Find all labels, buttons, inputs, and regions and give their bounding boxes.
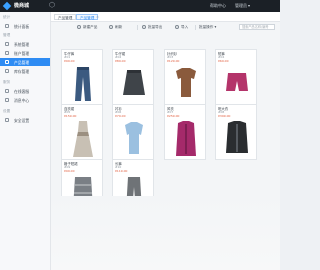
tab-bar: 产品管理 产品管理 × [51,12,280,22]
cloud-icon [5,89,9,93]
import-label: 导入 [181,25,189,29]
batch-label: 批量操作 [199,25,214,29]
sidebar-group-label: 管理 [3,33,11,37]
toolbar-divider [137,25,138,30]
sidebar-item-system[interactable]: 系统管理 [0,40,50,48]
chevron-down-icon: ▾ [214,25,217,29]
hexagon-menu-icon[interactable]: ⬡ [48,1,56,10]
import-button[interactable]: 导入 [175,24,188,30]
export-label: 批量导出 [148,25,163,29]
add-product-label: 新建产品 [83,25,98,29]
sidebar-item-label: 消息中心 [14,98,30,103]
sidebar: 统计 统计面板 管理 系统管理 账户管理 产品管理 库存管理 服务 在线客服 消… [0,12,51,270]
product-image [176,121,196,156]
sidebar-item-inventory[interactable]: 库存管理 [0,67,50,75]
shield-icon [5,118,9,122]
sidebar-group-label: 服务 [3,80,11,84]
user-menu[interactable]: 管理员 [235,3,247,9]
logo-icon [2,1,12,11]
sidebar-item-label: 系统管理 [14,42,30,47]
product-image [75,67,91,101]
top-bar: 微商城 ⬡ 帮助中心 管理员 ▾ [0,0,280,12]
warehouse-icon [5,69,9,73]
box-icon [5,60,9,64]
batch-select[interactable]: 批量操作 ▾ [199,24,216,30]
product-card[interactable]: 风衣 #07 ¥259.00 [164,104,206,160]
app-title: 微商城 [14,3,30,9]
add-product-button[interactable]: 新建产品 [77,24,97,30]
chart-icon [5,24,9,28]
sidebar-item-products[interactable]: 产品管理 [0,58,50,66]
toolbar-divider [195,25,196,30]
upload-icon [175,25,179,29]
message-icon [5,98,9,102]
product-card[interactable]: 连衣裙 #05 ¥159.00 [61,104,103,160]
product-image [125,122,143,154]
user-icon [5,51,9,55]
sidebar-item-label: 在线客服 [14,89,30,94]
refresh-icon [109,25,113,29]
product-image [226,121,248,153]
search-input[interactable]: 搜索产品名称/编号 [239,24,275,30]
sidebar-item-label: 账户管理 [14,51,30,56]
toolbar: 新建产品 刷新 批量导出 导入 批量操作 ▾ 搜索产品名称/编号 [51,22,280,32]
product-card[interactable]: 短裤 #04 ¥69.00 [215,49,257,105]
product-card[interactable]: 衬衫 #06 ¥79.00 [112,104,154,160]
chevron-down-icon[interactable]: ▾ [248,3,250,8]
sidebar-group-label: 统计 [3,15,11,19]
product-image [73,121,93,157]
refresh-label: 刷新 [115,25,123,29]
plus-icon [77,25,81,29]
product-image [176,68,196,97]
settings-icon [5,42,9,46]
sidebar-item-support[interactable]: 在线客服 [0,87,50,95]
sidebar-item-messages[interactable]: 消息中心 [0,96,50,104]
close-icon[interactable]: × [96,14,99,20]
sidebar-item-label: 库存管理 [14,69,30,74]
sidebar-group-label: 设置 [3,109,11,113]
product-card[interactable]: 呢大衣 #08 ¥399.00 [215,104,257,160]
product-card[interactable]: 牛仔裙 #02 ¥89.00 [112,49,154,105]
refresh-button[interactable]: 刷新 [109,24,122,30]
download-icon [142,25,146,29]
help-link[interactable]: 帮助中心 [210,3,226,9]
sidebar-item-dashboard[interactable]: 统计面板 [0,22,50,30]
product-card[interactable]: 牛仔裤 #01 ¥99.00 [61,49,103,105]
product-image [123,70,145,95]
product-image [226,73,248,91]
sidebar-item-accounts[interactable]: 账户管理 [0,49,50,57]
sidebar-item-label: 安全设置 [14,118,30,123]
sidebar-item-security[interactable]: 安全设置 [0,116,50,124]
product-card[interactable]: 针织衫 #03 ¥129.00 [164,49,206,105]
sidebar-item-label: 产品管理 [14,60,30,65]
sidebar-item-label: 统计面板 [14,24,30,29]
tab-home[interactable]: 产品管理 [54,14,77,20]
faded-footer [51,196,280,270]
export-button[interactable]: 批量导出 [142,24,162,30]
